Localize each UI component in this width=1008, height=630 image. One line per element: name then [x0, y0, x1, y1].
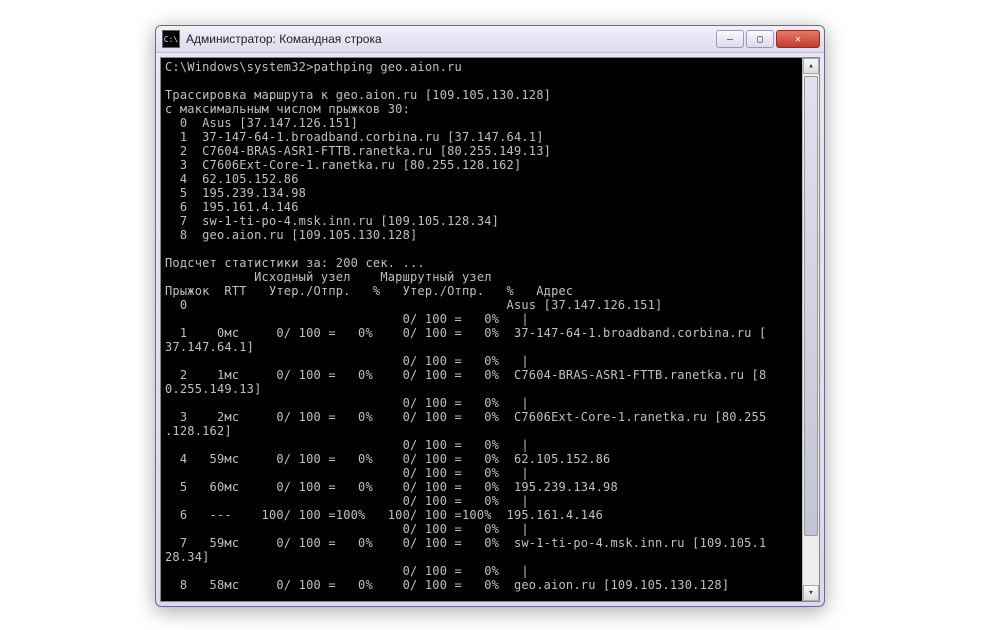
hop-line: 3 C7606Ext-Core-1.ranetka.ru [80.255.128…: [165, 158, 521, 172]
col-header-line: Прыжок RTT Утер./Отпр. % Утер./Отпр. % А…: [165, 284, 573, 298]
stat-row: 28.34]: [165, 550, 210, 564]
vertical-scrollbar[interactable]: ▴ ▾: [802, 58, 819, 601]
window-title: Администратор: Командная строка: [186, 32, 716, 46]
prompt-line: C:\Windows\system32>pathping geo.aion.ru: [165, 60, 462, 74]
terminal-output[interactable]: C:\Windows\system32>pathping geo.aion.ru…: [165, 60, 801, 599]
cmd-window: C:\ Администратор: Командная строка — ▢ …: [155, 25, 825, 607]
close-button[interactable]: ✕: [776, 30, 820, 48]
stat-row: 0/ 100 = 0% |: [165, 312, 529, 326]
stat-row: 5 60мс 0/ 100 = 0% 0/ 100 = 0% 195.239.1…: [165, 480, 618, 494]
hop-line: 2 C7604-BRAS-ASR1-FTTB.ranetka.ru [80.25…: [165, 144, 551, 158]
title-bar[interactable]: C:\ Администратор: Командная строка — ▢ …: [156, 26, 824, 53]
stat-row: 1 0мс 0/ 100 = 0% 0/ 100 = 0% 37-147-64-…: [165, 326, 766, 340]
hop-line: 4 62.105.152.86: [165, 172, 299, 186]
scroll-up-button[interactable]: ▴: [803, 58, 819, 74]
stat-row: 0/ 100 = 0% |: [165, 396, 529, 410]
stat-row: 0/ 100 = 0% |: [165, 564, 529, 578]
stat-row: 6 --- 100/ 100 =100% 100/ 100 =100% 195.…: [165, 508, 603, 522]
hop-line: 7 sw-1-ti-po-4.msk.inn.ru [109.105.128.3…: [165, 214, 499, 228]
stat-row: 0/ 100 = 0% |: [165, 354, 529, 368]
stat-row: 37.147.64.1]: [165, 340, 254, 354]
hop-line: 8 geo.aion.ru [109.105.130.128]: [165, 228, 417, 242]
stat-row: 8 58мс 0/ 100 = 0% 0/ 100 = 0% geo.aion.…: [165, 578, 729, 592]
hop-line: 6 195.161.4.146: [165, 200, 299, 214]
stat-row: 0/ 100 = 0% |: [165, 438, 529, 452]
scroll-down-button[interactable]: ▾: [803, 585, 819, 601]
stat-row: 4 59мс 0/ 100 = 0% 0/ 100 = 0% 62.105.15…: [165, 452, 610, 466]
stat-row: 0.255.149.13]: [165, 382, 262, 396]
hop-line: 1 37-147-64-1.broadband.corbina.ru [37.1…: [165, 130, 544, 144]
max-hops-line: с максимальным числом прыжков 30:: [165, 102, 410, 116]
hop-line: 0 Asus [37.147.126.151]: [165, 116, 358, 130]
stat-row: 0/ 100 = 0% |: [165, 522, 529, 536]
maximize-button[interactable]: ▢: [746, 30, 774, 48]
stat-row: 0/ 100 = 0% |: [165, 494, 529, 508]
stat-row: 0/ 100 = 0% |: [165, 466, 529, 480]
window-buttons: — ▢ ✕: [716, 30, 820, 48]
col-source-line: Исходный узел Маршрутный узел: [165, 270, 492, 284]
stat-row: 2 1мс 0/ 100 = 0% 0/ 100 = 0% C7604-BRAS…: [165, 368, 766, 382]
minimize-button[interactable]: —: [716, 30, 744, 48]
stats-header: Подсчет статистики за: 200 сек. ...: [165, 256, 425, 270]
stat-row: .128.162]: [165, 424, 232, 438]
stat-row: 3 2мс 0/ 100 = 0% 0/ 100 = 0% C7606Ext-C…: [165, 410, 766, 424]
stat-row: 7 59мс 0/ 100 = 0% 0/ 100 = 0% sw-1-ti-p…: [165, 536, 766, 550]
app-icon: C:\: [162, 30, 180, 48]
trace-header: Трассировка маршрута к geo.aion.ru [109.…: [165, 88, 551, 102]
scroll-thumb[interactable]: [804, 76, 818, 536]
stat-row: 0 Asus [37.147.126.151]: [165, 298, 662, 312]
client-area: C:\Windows\system32>pathping geo.aion.ru…: [160, 57, 820, 602]
hop-line: 5 195.239.134.98: [165, 186, 306, 200]
scroll-track[interactable]: [803, 74, 819, 585]
